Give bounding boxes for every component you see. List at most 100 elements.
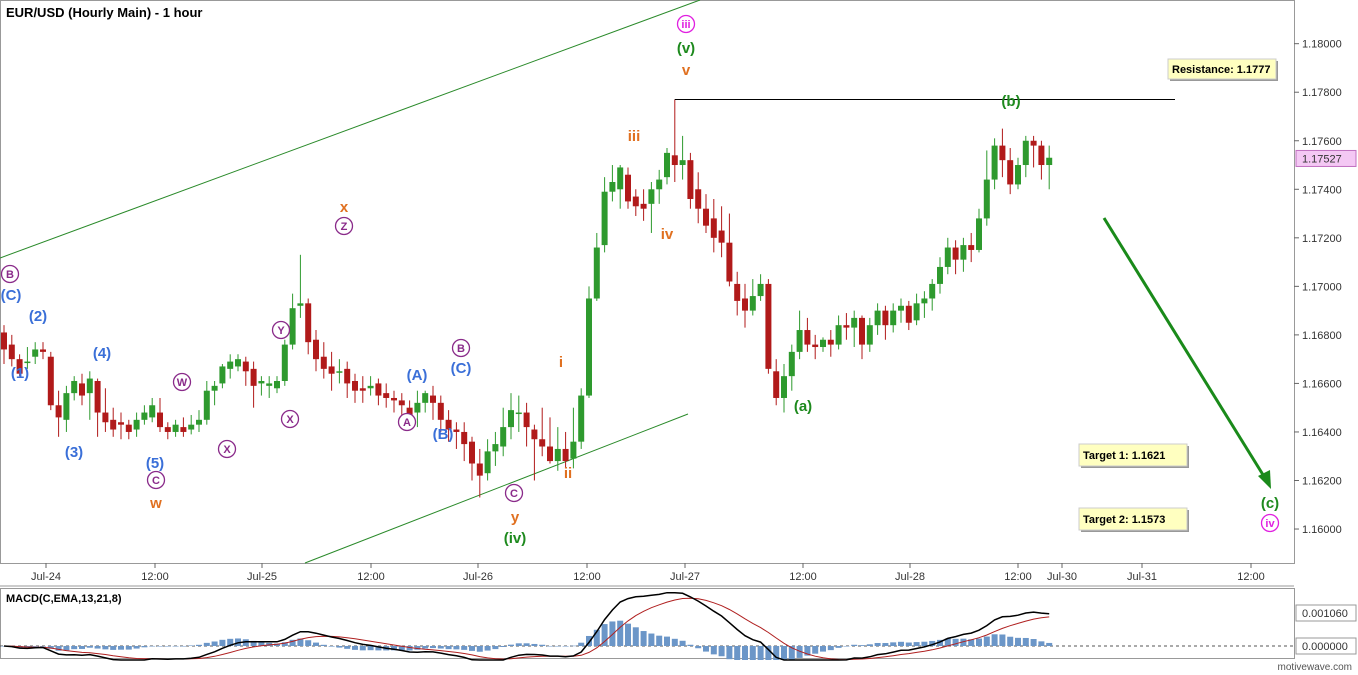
current-price-label: 1.17527 [1302,153,1342,165]
candle-body [110,419,117,430]
macd-histogram-bar [617,620,624,646]
macd-histogram-bar [671,638,678,646]
macd-histogram-bar [320,644,327,646]
candle-body [86,378,93,394]
candle-body [266,383,273,386]
candle-body [695,189,702,209]
candle-body [94,380,101,413]
macd-histogram-bar [203,642,210,646]
candle-body [211,385,218,391]
candle-body [820,339,826,348]
candle-body [476,463,483,476]
candle-body [289,308,296,345]
x-tick-label: Jul-28 [895,571,925,583]
wave-label: (2) [29,308,47,325]
macd-histogram-bar [492,646,499,650]
macd-histogram-bar [664,636,670,646]
macd-histogram-bar [305,640,312,646]
macd-histogram-bar [79,646,85,649]
candle-body [1,332,7,350]
candle-body [79,383,85,396]
macd-histogram-bar [578,642,585,646]
candle-body [921,298,928,304]
candle-body [796,330,803,352]
macd-histogram-bar [991,634,998,646]
macd-histogram-bar [1046,642,1053,646]
macd-histogram-bar [102,646,109,650]
macd-histogram-bar [211,641,218,646]
candle-body [422,393,429,403]
candle-body [336,371,343,373]
annotation-box-text: Target 1: 1.1621 [1083,450,1165,462]
candle-body [983,179,990,219]
candle-body [804,330,811,345]
annotation-box-text: Target 2: 1.1573 [1083,514,1165,526]
wave-label: (1) [11,365,29,382]
macd-histogram-bar [866,644,873,646]
x-tick-label: 12:00 [1237,571,1265,583]
candle-body [102,412,109,423]
macd-histogram-bar [695,646,702,649]
candle-body [866,325,873,345]
chart-canvas: EUR/USD (Hourly Main) - 1 hour MACD(C,EM… [0,0,1358,675]
candle-body [297,303,304,306]
candle-body [414,402,421,413]
chart-title: EUR/USD (Hourly Main) - 1 hour [6,5,202,20]
macd-histogram-bar [453,646,460,650]
x-tick-label: Jul-31 [1127,571,1157,583]
macd-histogram-bar [648,633,655,646]
candle-body [656,179,663,190]
macd-histogram-bar [430,646,436,649]
macd-histogram-bar [976,638,982,646]
candle-body [578,395,585,442]
macd-histogram-bar [328,646,335,647]
candle-body [687,160,694,199]
macd-histogram-bar [905,642,912,646]
candle-body [999,145,1006,161]
macd-histogram-bar [40,646,46,647]
macd-histogram-bar [110,646,117,650]
wave-label: (3) [65,444,83,461]
macd-histogram-bar [508,644,514,646]
macd-histogram-bar [219,639,226,646]
macd-histogram-bar [422,646,429,649]
candle-body [648,189,655,204]
candle-body [24,361,31,364]
wave-label: (v) [677,40,695,57]
candle-body [703,208,709,226]
circled-label-text: B [6,269,14,281]
candle-body [1030,140,1037,146]
candle-body [898,305,904,311]
macd-histogram-bar [742,646,748,660]
candle-body [742,298,748,311]
candle-body [547,446,553,462]
candle-body [508,410,514,428]
candle-body [47,356,54,406]
candle-body [952,247,959,260]
wave-label: (C) [1,287,22,304]
macd-histogram-bar [118,646,124,650]
circled-label-text: X [286,414,294,426]
candle-body [40,349,46,352]
macd-histogram-bar [547,645,553,647]
macd-tick-label: 0.000000 [1302,641,1348,653]
candle-body [812,344,819,348]
candle-body [281,344,288,381]
watermark: motivewave.com [1278,662,1352,673]
candle-body [367,385,374,389]
candle-body [398,400,405,406]
candle-body [905,305,912,323]
candle-body [944,247,951,267]
x-tick-label: Jul-24 [31,571,61,583]
candle-body [352,380,358,391]
macd-histogram-bar [133,646,140,649]
candle-body [734,283,741,301]
candle-body [913,303,920,321]
x-tick-label: 12:00 [141,571,169,583]
x-tick-label: 12:00 [357,571,385,583]
candle-body [523,412,530,428]
wave-label: w [149,495,162,512]
candle-body [570,441,577,459]
candle-body [453,429,460,432]
macd-histogram-bar [562,646,569,647]
